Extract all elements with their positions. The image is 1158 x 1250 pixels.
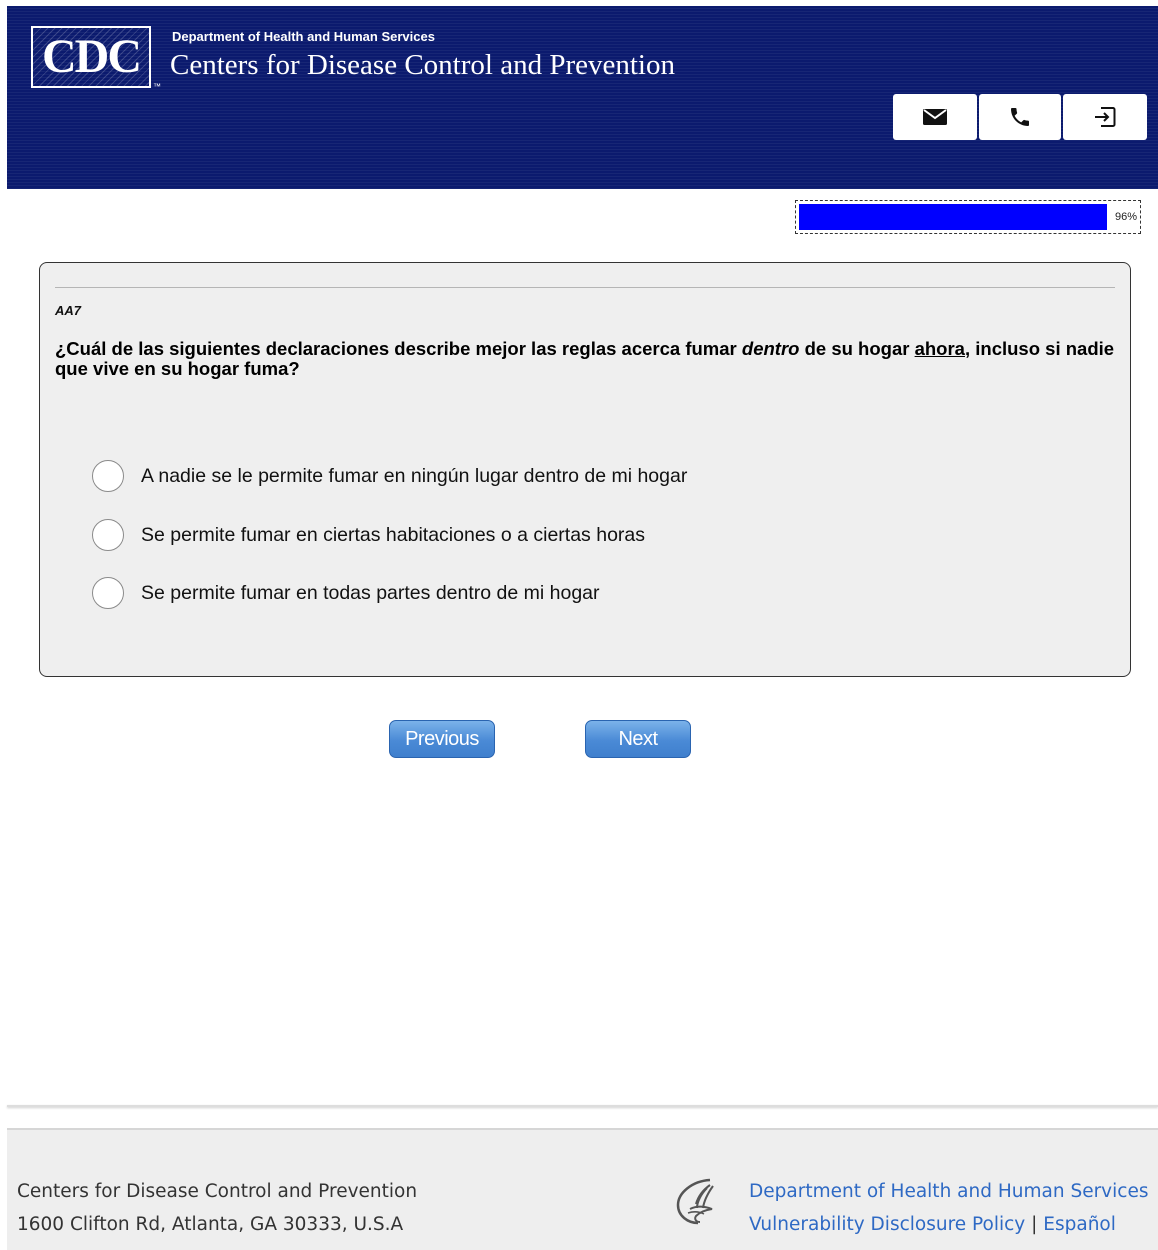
- hhs-link[interactable]: Department of Health and Human Services: [749, 1181, 1148, 1202]
- question-text-part1: ¿Cuál de las siguientes declaraciones de…: [55, 338, 742, 359]
- hhs-department-title: Department of Health and Human Services: [172, 29, 435, 44]
- email-button[interactable]: [893, 94, 977, 140]
- answer-option-label[interactable]: A nadie se le permite fumar en ningún lu…: [141, 465, 687, 488]
- question-panel: AA7 ¿Cuál de las siguientes declaracione…: [39, 262, 1131, 677]
- site-footer: Centers for Disease Control and Preventi…: [7, 1128, 1158, 1250]
- progress-fill: [799, 204, 1107, 230]
- answer-option[interactable]: A nadie se le permite fumar en ningún lu…: [92, 460, 687, 492]
- footer-address: 1600 Clifton Rd, Atlanta, GA 30333, U.S.…: [17, 1214, 404, 1235]
- site-header: CDC ™ Department of Health and Human Ser…: [7, 6, 1158, 189]
- exit-button[interactable]: [1063, 94, 1147, 140]
- cdc-logo[interactable]: CDC: [31, 26, 151, 88]
- question-emphasis: dentro: [741, 338, 800, 359]
- answer-option[interactable]: Se permite fumar en ciertas habitaciones…: [92, 519, 645, 551]
- phone-button[interactable]: [979, 94, 1061, 140]
- answer-option[interactable]: Se permite fumar en todas partes dentro …: [92, 577, 600, 609]
- question-text: ¿Cuál de las siguientes declaraciones de…: [55, 339, 1115, 379]
- footer-divider: [7, 1105, 1158, 1107]
- exit-icon: [1095, 107, 1116, 127]
- espanol-link[interactable]: Español: [1043, 1214, 1116, 1235]
- trademark-mark: ™: [153, 82, 161, 91]
- answer-option-label[interactable]: Se permite fumar en ciertas habitaciones…: [141, 524, 645, 547]
- hhs-eagle-icon: [676, 1178, 714, 1225]
- envelope-icon: [923, 109, 947, 125]
- previous-button[interactable]: Previous: [389, 720, 495, 758]
- phone-icon: [1011, 108, 1029, 126]
- radio-button[interactable]: [92, 460, 124, 492]
- question-underline: ahora: [914, 338, 965, 359]
- footer-org-name: Centers for Disease Control and Preventi…: [17, 1181, 418, 1202]
- vulnerability-disclosure-link[interactable]: Vulnerability Disclosure Policy: [749, 1214, 1025, 1235]
- answer-option-label[interactable]: Se permite fumar en todas partes dentro …: [141, 582, 600, 605]
- next-button[interactable]: Next: [585, 720, 691, 758]
- progress-label: 96%: [1114, 211, 1137, 223]
- link-separator: |: [1031, 1214, 1038, 1235]
- radio-button[interactable]: [92, 519, 124, 551]
- divider: [55, 287, 1115, 288]
- question-text-part2: de su hogar: [799, 338, 915, 359]
- footer-address-block: Centers for Disease Control and Preventi…: [17, 1175, 417, 1241]
- footer-links: Department of Health and Human Services …: [749, 1175, 1148, 1241]
- question-id: AA7: [55, 303, 82, 318]
- progress-bar: 96%: [795, 200, 1141, 234]
- cdc-agency-title: Centers for Disease Control and Preventi…: [170, 49, 675, 81]
- radio-button[interactable]: [92, 577, 124, 609]
